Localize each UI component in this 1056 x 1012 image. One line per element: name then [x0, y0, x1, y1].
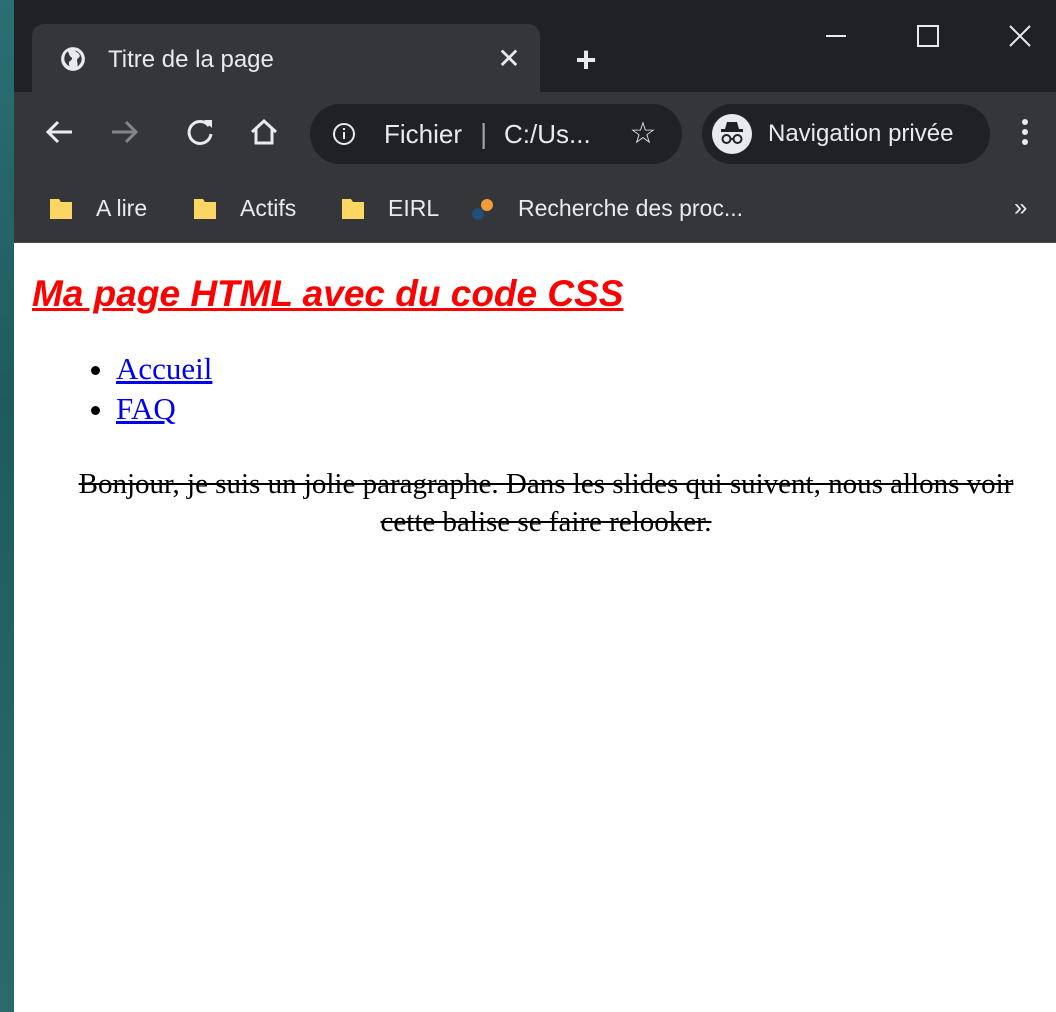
globe-icon — [61, 47, 85, 71]
bookmark-label: Actifs — [240, 195, 297, 221]
info-icon[interactable] — [332, 122, 356, 146]
tab-close-button[interactable]: ✕ — [494, 44, 524, 74]
maximize-button[interactable] — [906, 14, 950, 58]
window-close-button[interactable] — [998, 14, 1042, 58]
bookmark-eirl[interactable]: EIRL — [340, 190, 460, 226]
minimize-icon — [826, 35, 846, 37]
minimize-button[interactable] — [814, 14, 858, 58]
list-item: Accueil — [116, 349, 212, 389]
bookmarks-bar: A lire Actifs EIRL Recherche des proc...… — [14, 176, 1056, 243]
incognito-icon — [712, 114, 752, 154]
tab-title: Titre de la page — [108, 46, 274, 73]
link-accueil[interactable]: Accueil — [116, 351, 212, 386]
new-tab-button[interactable]: + — [566, 40, 606, 80]
bookmarks-overflow-button[interactable]: » — [1014, 190, 1027, 226]
url-scheme-label: Fichier — [384, 119, 463, 149]
bookmark-star-button[interactable]: ☆ — [626, 118, 660, 152]
page-content: Ma page HTML avec du code CSS Accueil FA… — [14, 243, 1056, 1012]
page-heading: Ma page HTML avec du code CSS — [32, 273, 624, 314]
desktop-background — [0, 0, 14, 1012]
reload-button[interactable] — [178, 110, 222, 154]
back-button[interactable] — [38, 110, 82, 154]
bookmark-label: A lire — [96, 195, 148, 221]
close-icon: ✕ — [497, 43, 521, 74]
close-icon — [1009, 25, 1031, 47]
address-bar[interactable]: Fichier | C:/Us... ☆ — [310, 104, 682, 164]
star-icon: ☆ — [629, 117, 657, 150]
arrow-left-icon — [45, 120, 72, 144]
tab-active[interactable]: Titre de la page ✕ — [32, 24, 540, 92]
url-text[interactable]: C:/Us... — [504, 118, 591, 150]
browser-window: Titre de la page ✕ + Fichier | C:/Us... … — [14, 0, 1056, 1012]
bookmark-actifs[interactable]: Actifs — [192, 190, 322, 226]
forward-button[interactable] — [102, 110, 146, 154]
link-faq[interactable]: FAQ — [116, 391, 176, 426]
browser-toolbar: Fichier | C:/Us... ☆ Navigation privée — [14, 92, 1056, 176]
folder-icon — [342, 199, 364, 219]
maximize-icon — [917, 25, 939, 47]
home-icon — [250, 118, 278, 145]
url-separator: | — [480, 118, 488, 149]
intro-paragraph: Bonjour, je suis un jolie paragraphe. Da… — [78, 468, 1014, 538]
site-icon — [472, 199, 493, 220]
reload-icon — [187, 119, 213, 145]
more-vert-icon — [1022, 119, 1028, 145]
plus-icon: + — [575, 39, 597, 80]
tab-strip: Titre de la page ✕ + — [14, 0, 1056, 92]
bookmark-label: Recherche des proc... — [518, 195, 744, 221]
list-item: FAQ — [116, 389, 212, 429]
bookmark-recherche[interactable]: Recherche des proc... — [470, 190, 800, 226]
arrow-right-icon — [112, 120, 139, 144]
bookmark-a-lire[interactable]: A lire — [48, 190, 178, 226]
bookmark-label: EIRL — [388, 195, 440, 221]
folder-icon — [194, 199, 216, 219]
home-button[interactable] — [242, 110, 286, 154]
incognito-label: Navigation privée — [768, 120, 954, 147]
browser-menu-button[interactable] — [1010, 110, 1040, 154]
folder-icon — [50, 199, 72, 219]
nav-list: Accueil FAQ — [78, 349, 212, 429]
incognito-indicator[interactable]: Navigation privée — [702, 104, 990, 164]
